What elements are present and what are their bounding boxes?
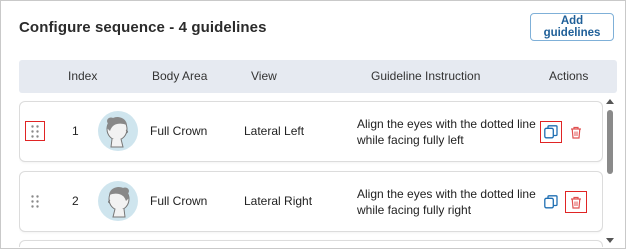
row-view: Lateral Left <box>244 124 305 138</box>
head-profile-right-icon <box>98 181 138 221</box>
trash-icon[interactable] <box>565 121 587 143</box>
row-index: 1 <box>72 124 79 138</box>
scroll-down-arrow-icon[interactable] <box>606 237 614 245</box>
head-profile-left-icon <box>98 111 138 151</box>
add-guidelines-button[interactable]: Add guidelines <box>530 13 614 41</box>
row-view: Lateral Right <box>244 194 313 208</box>
vertical-scrollbar[interactable] <box>605 97 615 245</box>
drag-handle-icon[interactable] <box>25 191 45 211</box>
trash-icon[interactable] <box>565 191 587 213</box>
table-row: 1 Full Crown Lateral Left Align the eyes… <box>19 101 603 162</box>
column-header-body-area: Body Area <box>152 69 208 83</box>
copy-icon[interactable] <box>540 191 562 213</box>
table-row: 2 Full Crown Lateral Right Align the eye… <box>19 171 603 232</box>
column-header-actions: Actions <box>549 69 589 83</box>
row-body-area: Full Crown <box>150 124 208 138</box>
guideline-list: 1 Full Crown Lateral Left Align the eyes… <box>19 97 603 247</box>
column-header-index: Index <box>68 69 98 83</box>
row-index: 2 <box>72 194 79 208</box>
row-body-area: Full Crown <box>150 194 208 208</box>
scrollbar-thumb[interactable] <box>607 110 613 174</box>
configure-sequence-panel: Configure sequence - 4 guidelines Add gu… <box>0 0 626 249</box>
page-title: Configure sequence - 4 guidelines <box>19 19 267 36</box>
row-guideline-instruction: Align the eyes with the dotted line whil… <box>357 187 536 217</box>
table-row <box>19 240 603 247</box>
scroll-up-arrow-icon[interactable] <box>606 97 614 105</box>
table-header: Index Body Area View Guideline Instructi… <box>19 60 617 93</box>
column-header-guideline-instruction: Guideline Instruction <box>371 69 481 83</box>
column-header-view: View <box>251 69 277 83</box>
row-guideline-instruction: Align the eyes with the dotted line whil… <box>357 117 536 147</box>
drag-handle-icon[interactable] <box>25 121 45 141</box>
copy-icon[interactable] <box>540 121 562 143</box>
